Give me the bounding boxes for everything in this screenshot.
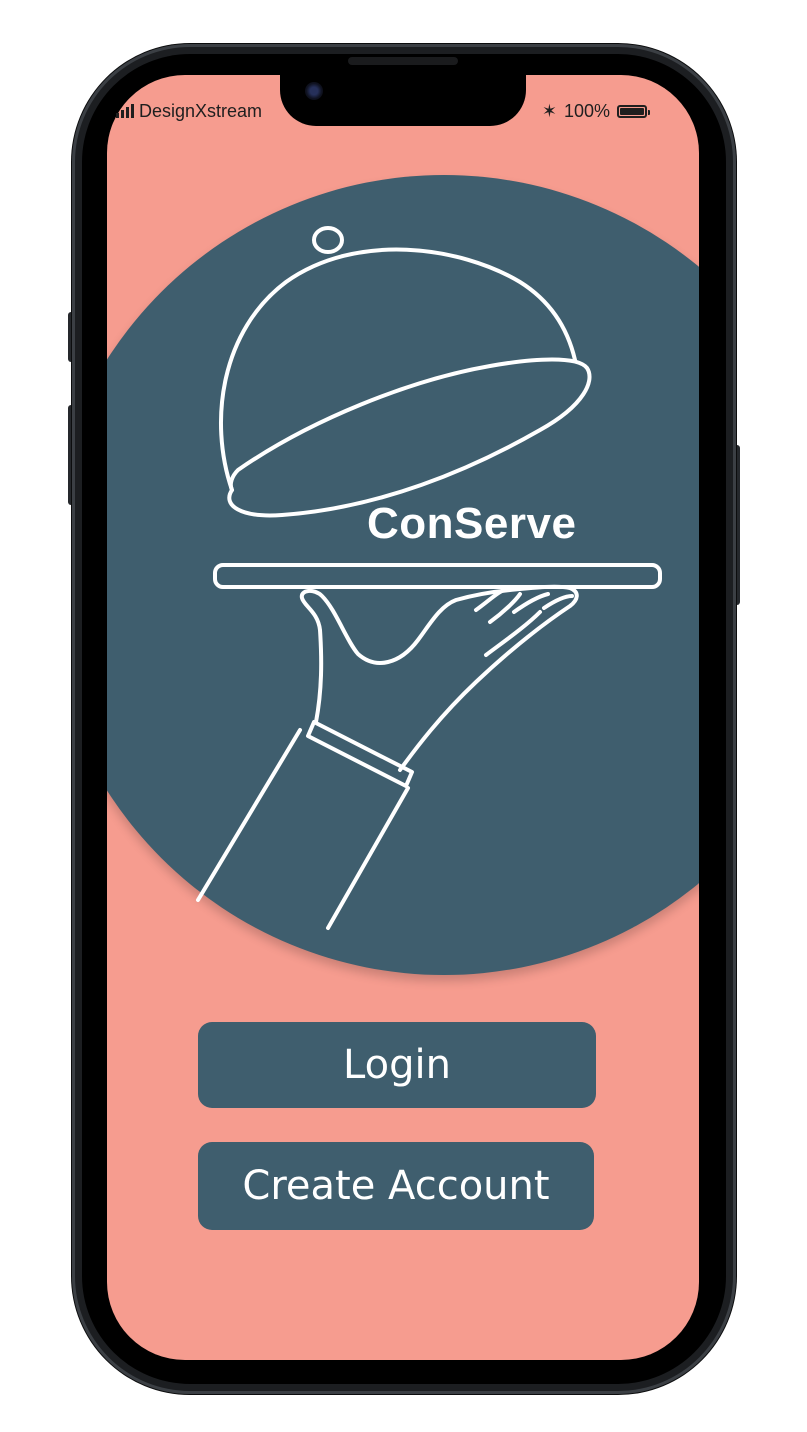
signal-bars-icon bbox=[116, 104, 134, 118]
sleeve-cuff-icon bbox=[306, 720, 414, 788]
cloche-handle-icon bbox=[312, 226, 344, 254]
carrier-name: DesignXstream bbox=[139, 100, 263, 121]
brand-name: ConServe bbox=[367, 499, 577, 548]
battery-percent: 100% bbox=[563, 100, 610, 121]
login-button[interactable]: Login bbox=[198, 1022, 596, 1108]
create-account-button[interactable]: Create Account bbox=[198, 1142, 594, 1230]
cloche-rim-icon bbox=[227, 357, 592, 518]
cloche-dome-icon bbox=[218, 247, 577, 492]
serving-tray-icon bbox=[213, 563, 662, 589]
earpiece-speaker bbox=[348, 57, 458, 65]
status-bar-left: DesignXstream bbox=[116, 99, 262, 123]
sleeve-icon bbox=[196, 728, 302, 902]
front-camera bbox=[305, 82, 323, 100]
battery-icon bbox=[617, 104, 650, 118]
bluetooth-icon: ✶ bbox=[541, 100, 557, 121]
status-bar-right: ✶ 100% bbox=[541, 99, 650, 123]
